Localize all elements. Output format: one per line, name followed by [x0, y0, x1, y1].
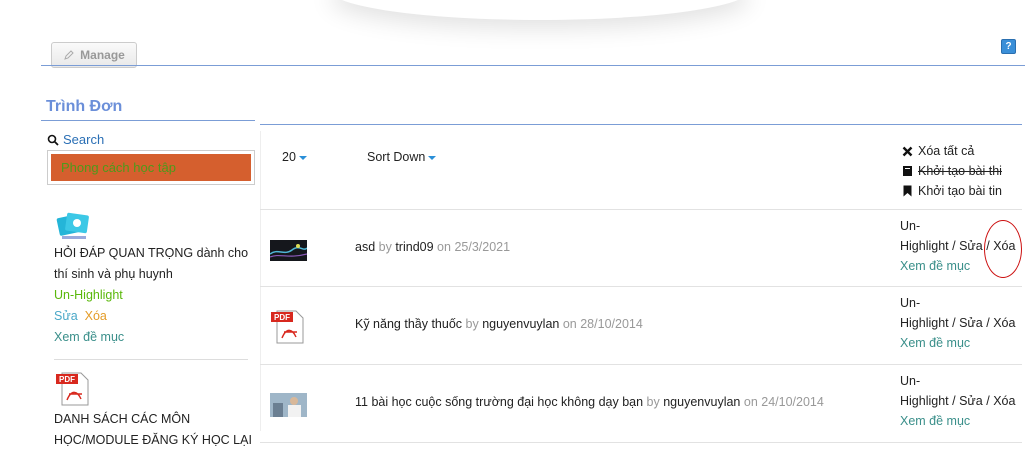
svg-text:PDF: PDF — [59, 375, 75, 384]
edit-link[interactable]: Sửa — [54, 309, 78, 323]
list-actions: Xóa tất cả Khởi tạo bài thi Khởi tạo bài… — [902, 141, 1002, 201]
by-label: by — [465, 317, 479, 331]
sidebar-item-title[interactable]: DANH SÁCH CÁC MÔN — [54, 409, 252, 430]
edit-link[interactable]: Sửa — [959, 316, 983, 330]
separator: / — [986, 394, 990, 408]
pdf-icon[interactable]: PDF — [270, 310, 306, 344]
on-label: on — [743, 395, 758, 409]
item-title-link[interactable]: Kỹ năng thầy thuốc — [355, 317, 462, 331]
top-shadow — [330, 0, 750, 20]
on-label: on — [562, 317, 577, 331]
sort-value: Sort Down — [367, 150, 426, 164]
date-label: 24/10/2014 — [761, 395, 824, 409]
date-label: 28/10/2014 — [580, 317, 643, 331]
create-post-link[interactable]: Khởi tạo bài tin — [902, 181, 1002, 201]
edit-link[interactable]: Sửa — [959, 239, 983, 253]
author-link[interactable]: nguyenvuylan — [482, 317, 559, 331]
delete-link[interactable]: Xóa — [993, 316, 1015, 330]
on-label: on — [437, 240, 451, 254]
sidebar-title: Trình Đơn — [46, 98, 123, 115]
search-link[interactable]: Search — [47, 132, 104, 147]
divider — [41, 120, 255, 121]
author-link[interactable]: trind09 — [395, 240, 433, 254]
delete-link[interactable]: Xóa — [993, 394, 1015, 408]
pdf-icon: PDF — [56, 372, 89, 406]
page-size-dropdown[interactable]: 20 — [282, 150, 307, 164]
view-section-link[interactable]: Xem đề mục — [900, 333, 1015, 353]
search-icon — [47, 134, 59, 146]
close-icon — [902, 146, 913, 156]
manage-label: Manage — [80, 48, 125, 62]
edit-link[interactable]: Sửa — [959, 394, 983, 408]
item-title-link[interactable]: 11 bài học cuộc sống trường đại học khôn… — [355, 395, 643, 409]
category-label: Phong cách học tập — [51, 154, 251, 181]
highlight-link[interactable]: Highlight — [900, 239, 949, 253]
chevron-down-icon — [298, 155, 307, 160]
photo-cards-icon — [56, 212, 89, 239]
book-icon — [903, 166, 912, 176]
chevron-down-icon — [428, 155, 437, 160]
search-label: Search — [63, 132, 105, 147]
annotation-circle — [984, 220, 1022, 278]
delete-link[interactable]: Xóa — [85, 309, 107, 323]
create-exam-link[interactable]: Khởi tạo bài thi — [902, 161, 1002, 181]
separator: / — [986, 316, 990, 330]
unhighlight-link[interactable]: Un-Highlight — [54, 285, 248, 306]
list-item: PDF Kỹ năng thầy thuốc by nguyenvuylan o… — [260, 287, 1022, 365]
separator: / — [952, 316, 956, 330]
svg-text:PDF: PDF — [274, 313, 290, 322]
sort-dropdown[interactable]: Sort Down — [367, 150, 437, 164]
author-link[interactable]: nguyenvuylan — [663, 395, 740, 409]
by-label: by — [646, 395, 660, 409]
highlight-link[interactable]: Highlight — [900, 316, 949, 330]
date-label: 25/3/2021 — [454, 240, 511, 254]
divider — [41, 65, 1025, 66]
sidebar-item-title-2[interactable]: thí sinh và phụ huynh — [54, 264, 248, 285]
page-size-value: 20 — [282, 150, 296, 164]
divider — [54, 359, 248, 360]
unhighlight-prefix[interactable]: Un- — [900, 371, 1015, 391]
list-item-text: 11 bài học cuộc sống trường đại học khôn… — [355, 395, 824, 409]
list-item-text: Kỹ năng thầy thuốc by nguyenvuylan on 28… — [355, 317, 643, 331]
sidebar-item-title[interactable]: HỎI ĐÁP QUAN TRỌNG dành cho — [54, 243, 248, 264]
row-actions: Un- Highlight / Sửa / Xóa Xem đề mục — [900, 293, 1015, 353]
bookmark-icon — [903, 185, 912, 197]
sidebar-item-2: DANH SÁCH CÁC MÔN HỌC/MODULE ĐĂNG KÝ HỌC… — [54, 409, 252, 451]
list-item: 11 bài học cuộc sống trường đại học khôn… — [260, 365, 1022, 443]
delete-all-link[interactable]: Xóa tất cả — [902, 141, 1002, 161]
category-select[interactable]: Phong cách học tập — [47, 150, 255, 185]
view-section-link[interactable]: Xem đề mục — [900, 411, 1015, 431]
divider — [260, 124, 1022, 125]
list-item: asd by trind09 on 25/3/2021 Un- Highligh… — [260, 209, 1022, 287]
list-item-text: asd by trind09 on 25/3/2021 — [355, 240, 510, 254]
highlight-link[interactable]: Highlight — [900, 394, 949, 408]
row-actions: Un- Highlight / Sửa / Xóa Xem đề mục — [900, 371, 1015, 431]
help-icon[interactable]: ? — [1001, 39, 1016, 54]
item-title-link[interactable]: asd — [355, 240, 375, 254]
sidebar-item-title-2[interactable]: HỌC/MODULE ĐĂNG KÝ HỌC LẠI — [54, 430, 252, 451]
sidebar-item-1: HỎI ĐÁP QUAN TRỌNG dành cho thí sinh và … — [54, 243, 248, 348]
image-thumb-icon[interactable] — [270, 240, 307, 261]
pencil-icon — [64, 50, 74, 60]
photo-thumb-icon[interactable] — [270, 393, 307, 417]
unhighlight-prefix[interactable]: Un- — [900, 293, 1015, 313]
view-section-link[interactable]: Xem đề mục — [54, 327, 248, 348]
separator: / — [952, 239, 956, 253]
list-header: 20 Sort Down Xóa tất cả Khởi tạo bài thi… — [260, 131, 1022, 210]
create-post-label: Khởi tạo bài tin — [918, 184, 1002, 198]
separator: / — [952, 394, 956, 408]
by-label: by — [378, 240, 392, 254]
delete-all-label: Xóa tất cả — [918, 144, 975, 158]
create-exam-label: Khởi tạo bài thi — [918, 164, 1002, 178]
